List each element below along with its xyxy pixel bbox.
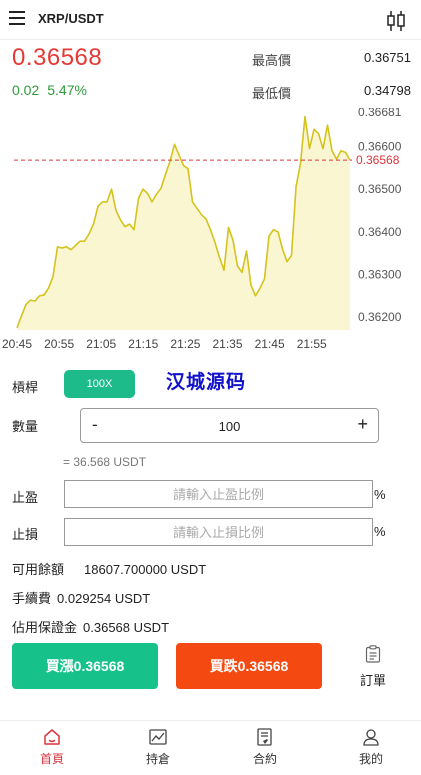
price-change: 0.02 5.47% [12,82,87,98]
low-label: 最低價 [252,86,292,101]
stop-loss-label: 止損 [12,527,39,542]
x-tick-label: 21:05 [86,337,116,351]
x-tick-label: 21:15 [128,337,158,351]
high-value: 0.36751 [364,50,411,65]
user-icon [363,729,379,746]
quantity-stepper: 100 - + [80,408,379,443]
candlestick-icon[interactable] [385,10,407,32]
high-label: 最高價 [252,53,292,68]
margin-value: 0.36568 USDT [83,620,170,635]
contract-icon [257,728,272,746]
home-icon [44,729,60,745]
quantity-value[interactable]: 100 [81,419,378,434]
bottom-nav: 首頁 持倉 合約 我的 [0,720,421,775]
watermark-text: 汉城源码 [166,372,247,393]
stop-loss-input[interactable] [64,518,373,546]
price-area-fill [17,116,350,330]
available-balance-value: 18607.700000 USDT [84,562,207,577]
nav-positions-label: 持倉 [145,752,170,766]
x-tick-label: 21:55 [297,337,327,351]
app-header: XRP/USDT [0,0,421,40]
fee-row: 手續費 0.029254 USDT [12,588,150,607]
leverage-label: 槓桿 [12,380,39,395]
decrement-button[interactable]: - [92,415,98,435]
y-tick-label: 0.36600 [358,139,402,153]
last-price: 0.36568 [12,44,103,71]
leverage-button[interactable]: 100X [64,370,135,398]
x-tick-label: 21:45 [255,337,285,351]
quantity-equivalent: = 36.568 USDT [63,455,147,469]
fee-label: 手續費 [12,591,52,606]
fee-value: 0.029254 USDT [57,591,151,606]
y-tick-label: 0.36400 [358,225,402,239]
y-tick-label: 0.36681 [358,108,402,119]
menu-icon[interactable] [9,11,25,25]
take-profit-input[interactable] [64,480,373,508]
low-value: 0.34798 [364,83,411,98]
current-price-label: 0.36568 [356,153,400,167]
take-profit-percent: % [374,487,386,502]
take-profit-label: 止盈 [12,490,39,505]
change-amount: 0.02 [12,82,40,98]
change-percent: 5.47% [47,82,87,98]
margin-row: 佔用保證金 0.36568 USDT [12,617,169,636]
price-chart[interactable]: 0.36568 0.36681 0.36600 0.36500 0.36400 0.363… [0,108,421,358]
nav-positions[interactable]: 持倉 [128,727,188,767]
nav-home[interactable]: 首頁 [22,727,82,767]
nav-profile-label: 我的 [358,752,383,766]
nav-home-label: 首頁 [39,752,64,766]
increment-button[interactable]: + [357,414,368,435]
x-tick-label: 20:45 [2,337,32,351]
nav-contracts-label: 合約 [252,752,277,766]
stop-loss-percent: % [374,524,386,539]
orders-label: 訂單 [359,673,386,688]
y-tick-label: 0.36500 [358,182,402,196]
pair-title[interactable]: XRP/USDT [38,11,104,26]
buy-long-button[interactable]: 買漲0.36568 [12,643,158,689]
available-balance-label: 可用餘額 [12,562,65,577]
clipboard-icon [365,645,381,663]
x-tick-label: 21:35 [213,337,243,351]
available-balance-row: 可用餘額 18607.700000 USDT [12,559,206,578]
buy-short-button[interactable]: 買跌0.36568 [176,643,322,689]
x-tick-label: 20:55 [44,337,74,351]
nav-contracts[interactable]: 合約 [235,727,295,767]
y-tick-label: 0.36200 [358,310,402,324]
orders-button[interactable]: 訂單 [350,645,396,689]
nav-profile[interactable]: 我的 [341,727,401,767]
margin-label: 佔用保證金 [12,620,78,635]
trend-chart-icon [149,729,167,745]
y-tick-label: 0.36300 [358,268,402,282]
x-tick-label: 21:25 [170,337,200,351]
quantity-label: 數量 [12,419,39,434]
